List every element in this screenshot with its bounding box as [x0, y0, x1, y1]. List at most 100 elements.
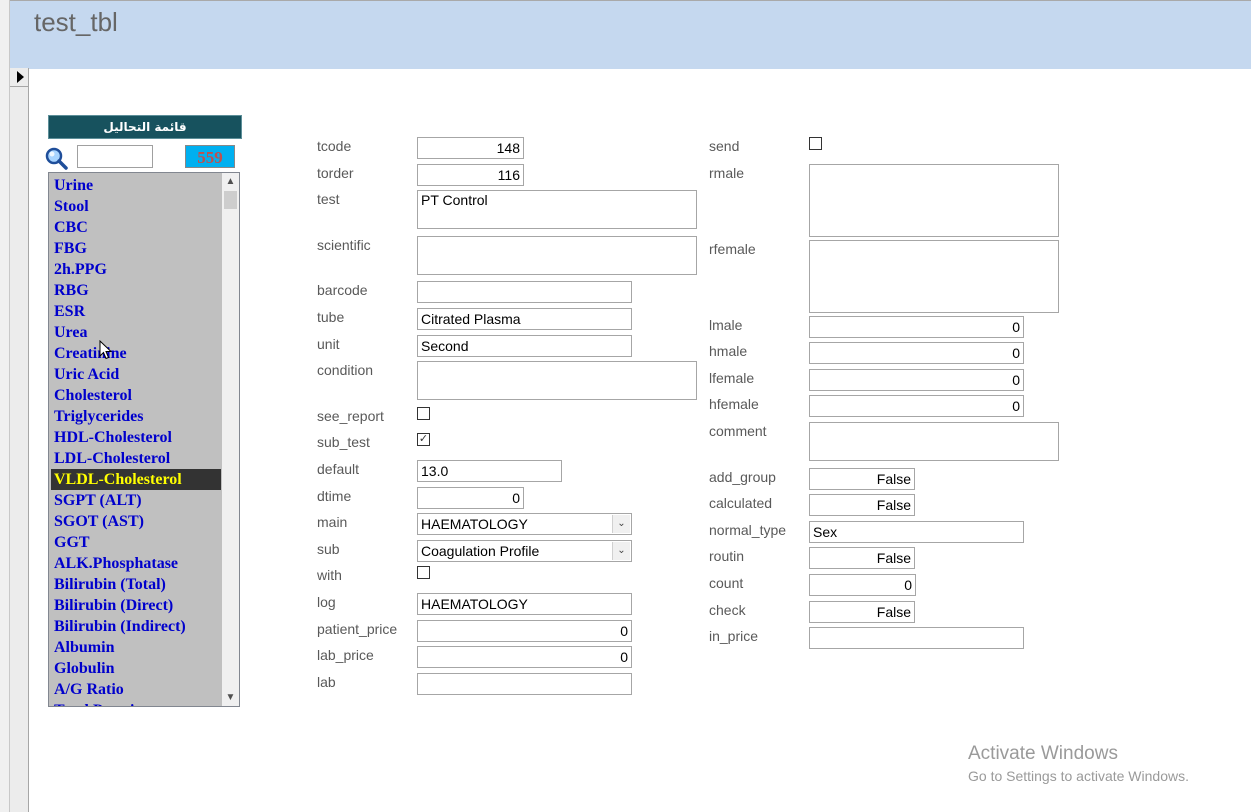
chevron-down-icon[interactable]: ⌄ — [612, 515, 630, 533]
scientific-label: scientific — [317, 237, 371, 253]
condition-field[interactable] — [417, 361, 697, 400]
list-item[interactable]: GGT — [51, 532, 221, 553]
comment-field[interactable] — [809, 422, 1059, 461]
list-item[interactable]: Globulin — [51, 658, 221, 679]
calculated-field[interactable]: False — [809, 494, 915, 516]
sub-combobox[interactable]: Coagulation Profile ⌄ — [417, 540, 632, 562]
list-item[interactable]: SGOT (AST) — [51, 511, 221, 532]
list-item[interactable]: 2h.PPG — [51, 259, 221, 280]
barcode-label: barcode — [317, 282, 368, 298]
activate-windows-subtitle: Go to Settings to activate Windows. — [968, 768, 1189, 784]
list-item[interactable]: SGPT (ALT) — [51, 490, 221, 511]
torder-field[interactable]: 116 — [417, 164, 524, 186]
patient-price-field[interactable]: 0 — [417, 620, 632, 642]
main-label: main — [317, 514, 348, 530]
see-report-checkbox[interactable] — [417, 407, 430, 420]
rmale-field[interactable] — [809, 164, 1059, 237]
hmale-field[interactable]: 0 — [809, 342, 1024, 364]
normal-type-field[interactable]: Sex — [809, 521, 1024, 543]
list-item[interactable]: HDL-Cholesterol — [51, 427, 221, 448]
record-selector-bar[interactable] — [10, 68, 29, 812]
barcode-field[interactable] — [417, 281, 632, 303]
test-search-input[interactable] — [77, 145, 153, 168]
sub-combobox-value: Coagulation Profile — [421, 543, 540, 559]
list-item[interactable]: VLDL-Cholesterol — [51, 469, 221, 490]
list-item[interactable]: Bilirubin (Indirect) — [51, 616, 221, 637]
torder-label: torder — [317, 165, 354, 181]
lmale-field[interactable]: 0 — [809, 316, 1024, 338]
list-item[interactable]: Uric Acid — [51, 364, 221, 385]
list-item[interactable]: Triglycerides — [51, 406, 221, 427]
test-list-header: قائمة التحاليل — [48, 115, 242, 139]
list-item[interactable]: Urine — [51, 175, 221, 196]
record-selector[interactable] — [10, 68, 28, 87]
check-label: check — [709, 602, 746, 618]
dtime-label: dtime — [317, 488, 352, 504]
form-header: test_tbl — [10, 0, 1251, 69]
unit-field[interactable]: Second — [417, 335, 632, 357]
list-item[interactable]: ALK.Phosphatase — [51, 553, 221, 574]
list-item[interactable]: Albumin — [51, 637, 221, 658]
test-field[interactable]: PT Control — [417, 190, 697, 229]
rfemale-label: rfemale — [709, 241, 756, 257]
sub-test-label: sub_test — [317, 434, 370, 450]
default-field[interactable]: 13.0 — [417, 460, 562, 482]
lab-field[interactable] — [417, 673, 632, 695]
with-checkbox[interactable] — [417, 566, 430, 579]
hmale-label: hmale — [709, 343, 748, 359]
lfemale-field[interactable]: 0 — [809, 369, 1024, 391]
main-combobox[interactable]: HAEMATOLOGY ⌄ — [417, 513, 632, 535]
patient-price-label: patient_price — [317, 621, 398, 637]
list-item[interactable]: FBG — [51, 238, 221, 259]
list-item[interactable]: Stool — [51, 196, 221, 217]
rmale-label: rmale — [709, 165, 745, 181]
sub-test-checkbox[interactable]: ✓ — [417, 433, 430, 446]
dtime-field[interactable]: 0 — [417, 487, 524, 509]
list-item[interactable]: Cholesterol — [51, 385, 221, 406]
list-item[interactable]: LDL-Cholesterol — [51, 448, 221, 469]
tube-field[interactable]: Citrated Plasma — [417, 308, 632, 330]
list-item[interactable]: CBC — [51, 217, 221, 238]
scrollbar-thumb[interactable] — [224, 191, 237, 209]
check-field[interactable]: False — [809, 601, 915, 623]
mouse-pointer-icon — [99, 340, 113, 360]
list-item[interactable]: Creatinine — [51, 343, 221, 364]
condition-label: condition — [317, 362, 374, 378]
list-scrollbar[interactable]: ▲ ▼ — [222, 173, 239, 706]
form-title: test_tbl — [34, 7, 118, 37]
list-item[interactable]: Urea — [51, 322, 221, 343]
send-label: send — [709, 138, 740, 154]
list-item[interactable]: ESR — [51, 301, 221, 322]
in-price-field[interactable] — [809, 627, 1024, 649]
sub-label: sub — [317, 541, 340, 557]
count-field[interactable]: 0 — [809, 574, 916, 596]
in-price-label: in_price — [709, 628, 759, 644]
rfemale-field[interactable] — [809, 240, 1059, 313]
list-item[interactable]: Bilirubin (Direct) — [51, 595, 221, 616]
add-group-field[interactable]: False — [809, 468, 915, 490]
list-item[interactable]: RBG — [51, 280, 221, 301]
list-item[interactable]: A/G Ratio — [51, 679, 221, 700]
test-count-badge: 559 — [185, 145, 235, 168]
scientific-field[interactable] — [417, 236, 697, 275]
routin-field[interactable]: False — [809, 547, 915, 569]
hfemale-label: hfemale — [709, 396, 759, 412]
send-checkbox[interactable] — [809, 137, 822, 150]
list-item[interactable]: Total Protein — [51, 700, 221, 706]
search-icon[interactable] — [44, 146, 68, 170]
tcode-field[interactable]: 148 — [417, 137, 524, 159]
lab-price-label: lab_price — [317, 647, 374, 663]
log-label: log — [317, 594, 336, 610]
chevron-down-icon[interactable]: ⌄ — [612, 542, 630, 560]
comment-label: comment — [709, 423, 767, 439]
hfemale-field[interactable]: 0 — [809, 395, 1024, 417]
see-report-label: see_report — [317, 408, 384, 424]
chevron-up-icon[interactable]: ▲ — [222, 173, 239, 190]
list-item[interactable]: Bilirubin (Total) — [51, 574, 221, 595]
test-list[interactable]: Urine Stool CBC FBG 2h.PPG RBG ESR Urea Creatini… — [48, 172, 240, 707]
log-field[interactable]: HAEMATOLOGY — [417, 593, 632, 615]
lab-price-field[interactable]: 0 — [417, 646, 632, 668]
chevron-down-icon[interactable]: ▼ — [222, 689, 239, 706]
test-list-items: Urine Stool CBC FBG 2h.PPG RBG ESR Urea Creatini… — [51, 175, 221, 706]
calculated-label: calculated — [709, 495, 773, 511]
